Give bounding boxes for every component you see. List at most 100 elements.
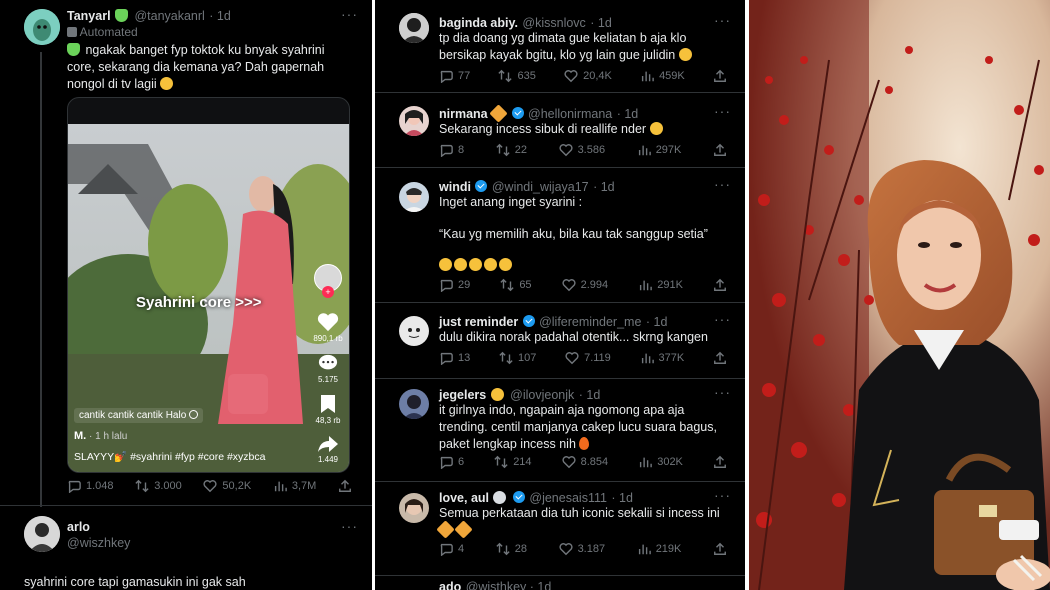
share-button[interactable]: [713, 455, 727, 469]
retweet-count: 65: [519, 279, 532, 291]
like-button[interactable]: 8.854: [562, 455, 608, 469]
author-name[interactable]: baginda abiy.: [439, 16, 518, 30]
share-icon: [339, 479, 351, 492]
author-name[interactable]: Tanyarl: [67, 9, 111, 23]
retweet-button[interactable]: 3.000: [135, 479, 182, 493]
reply-button[interactable]: 6: [439, 455, 464, 469]
share-button[interactable]: [713, 351, 727, 365]
more-options-icon[interactable]: ···: [341, 6, 358, 22]
share-icon: [714, 542, 726, 555]
views-button[interactable]: 291K: [638, 278, 683, 292]
like-button[interactable]: 7.119: [565, 351, 611, 365]
list-item[interactable]: windi @windi_wijaya17 · 1d ··· Inget ana…: [375, 169, 745, 303]
reply-button[interactable]: 29: [439, 278, 470, 292]
author-handle[interactable]: @hellonirmana: [528, 107, 612, 121]
reply-button[interactable]: 8: [439, 143, 464, 157]
view-count: 377K: [658, 352, 685, 364]
avatar[interactable]: [399, 316, 429, 346]
share-arrow-icon[interactable]: [317, 435, 339, 453]
more-options-icon[interactable]: ···: [714, 487, 731, 503]
author-name[interactable]: jegelers: [439, 388, 486, 402]
share-icon: [714, 351, 726, 364]
retweet-button[interactable]: 65: [500, 278, 532, 292]
heart-icon[interactable]: [317, 312, 339, 332]
speech-emoji-icon: [493, 491, 507, 504]
like-button[interactable]: 2.994: [562, 278, 608, 292]
tweet-text-line: core, sekarang dia kemana ya? Dah gapern…: [67, 60, 325, 74]
avatar[interactable]: [24, 516, 60, 552]
list-item[interactable]: baginda abiy. @kissnlovc · 1d ··· tp dia…: [375, 0, 745, 93]
author-handle[interactable]: @ilovjeonjk: [510, 388, 574, 402]
reply-button[interactable]: 1.048: [67, 479, 114, 493]
avatar[interactable]: [399, 389, 429, 419]
avatar[interactable]: [399, 182, 429, 212]
more-options-icon[interactable]: ···: [714, 384, 731, 400]
video-card[interactable]: Syahrini core >>> + 890,1 rb 5.175 48,3 …: [67, 97, 350, 473]
reply-button[interactable]: 77: [439, 69, 470, 83]
author-name[interactable]: arlo: [67, 520, 90, 534]
author-handle[interactable]: @wiszhkey: [67, 536, 130, 550]
views-button[interactable]: 377K: [640, 351, 685, 365]
reply-button[interactable]: 13: [439, 351, 470, 365]
views-button[interactable]: 302K: [638, 455, 683, 469]
views-button[interactable]: 219K: [637, 542, 682, 556]
author-name[interactable]: just reminder: [439, 315, 518, 329]
like-count: 3.187: [577, 543, 606, 555]
sound-name[interactable]: cantik cantik cantik Halo: [79, 410, 186, 421]
share-button[interactable]: [713, 542, 727, 556]
verified-badge-icon: [475, 180, 488, 192]
like-button[interactable]: 20,4K: [564, 69, 612, 83]
share-button[interactable]: [713, 143, 727, 157]
author-handle[interactable]: @wisthkey · 1d: [466, 580, 552, 590]
list-item[interactable]: jegelers @ilovjeonjk · 1d ··· it girlnya…: [375, 380, 745, 482]
avatar[interactable]: [399, 493, 429, 523]
retweet-button[interactable]: 22: [496, 143, 527, 157]
list-item[interactable]: love, aul @jenesais111 · 1d ··· Semua pe…: [375, 483, 745, 576]
reply-actions: 77 635 20,4K 459K: [439, 69, 727, 83]
share-icon: [714, 69, 726, 82]
comment-icon[interactable]: [317, 353, 339, 373]
author-handle[interactable]: @tanyakanrl: [134, 9, 204, 23]
more-options-icon[interactable]: ···: [714, 311, 731, 327]
like-count: 50,2K: [222, 480, 252, 492]
more-options-icon[interactable]: ···: [341, 518, 358, 534]
author-handle[interactable]: @kissnlovc: [522, 16, 585, 30]
video-author[interactable]: M.: [74, 430, 86, 442]
more-options-icon[interactable]: ···: [714, 176, 731, 192]
reply-count: 4: [458, 543, 465, 555]
like-button[interactable]: 3.586: [559, 143, 605, 157]
like-button[interactable]: 50,2K: [203, 479, 251, 493]
avatar[interactable]: [399, 13, 429, 43]
more-options-icon[interactable]: ···: [714, 103, 731, 119]
views-button[interactable]: 3,7M: [273, 479, 316, 493]
author-name[interactable]: nirmana: [439, 107, 488, 121]
avatar[interactable]: [399, 106, 429, 136]
retweet-button[interactable]: 635: [498, 69, 536, 83]
list-item[interactable]: nirmana @hellonirmana · 1d ··· Sekarang …: [375, 94, 745, 168]
author-handle[interactable]: @windi_wijaya17: [492, 180, 589, 194]
views-button[interactable]: 297K: [637, 143, 681, 157]
share-button[interactable]: [338, 479, 352, 493]
author-handle[interactable]: @jenesais111: [529, 491, 607, 505]
retweet-button[interactable]: 28: [496, 542, 527, 556]
author-handle[interactable]: @lifereminder_me: [539, 315, 641, 329]
share-button[interactable]: [713, 278, 727, 292]
avatar[interactable]: [24, 9, 60, 45]
share-icon: [714, 278, 726, 291]
more-options-icon[interactable]: ···: [714, 12, 731, 28]
reply-button[interactable]: 4: [439, 542, 464, 556]
reply-icon: [440, 352, 453, 365]
author-name[interactable]: windi: [439, 180, 471, 194]
heart-icon: [562, 279, 576, 292]
view-count: 219K: [655, 543, 682, 555]
views-button[interactable]: 459K: [640, 69, 685, 83]
like-button[interactable]: 3.187: [559, 542, 606, 556]
retweet-button[interactable]: 107: [499, 351, 536, 365]
author-name[interactable]: ado: [439, 580, 461, 590]
author-name[interactable]: love, aul: [439, 491, 489, 505]
list-item[interactable]: just reminder @lifereminder_me · 1d ··· …: [375, 304, 745, 379]
bookmark-icon[interactable]: [320, 394, 336, 414]
retweet-button[interactable]: 214: [494, 455, 532, 469]
follow-plus-icon[interactable]: +: [322, 286, 334, 298]
share-button[interactable]: [713, 69, 727, 83]
